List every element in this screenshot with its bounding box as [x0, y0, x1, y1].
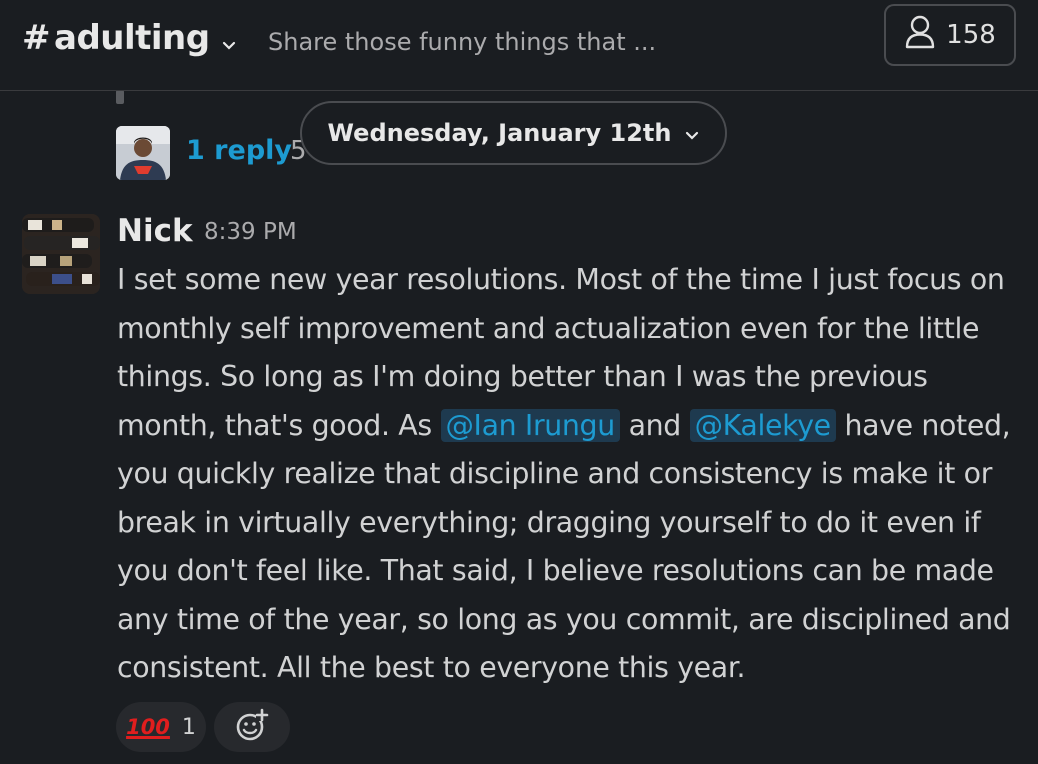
- user-mention[interactable]: @Ian Irungu: [440, 408, 620, 442]
- message-text-part: have noted, you quickly realize that dis…: [117, 408, 1011, 685]
- member-count: 158: [946, 20, 996, 50]
- avatar[interactable]: [22, 214, 100, 294]
- message-timestamp[interactable]: 8:39 PM: [204, 212, 297, 252]
- date-label: Wednesday, January 12th: [327, 119, 672, 147]
- chevron-down-icon: [222, 20, 236, 60]
- add-reaction-button[interactable]: [214, 702, 290, 752]
- channel-title: adulting: [54, 18, 210, 58]
- thread-reply-count[interactable]: 1 reply: [186, 132, 292, 170]
- channel-header: # adulting Share those funny things that…: [0, 0, 1038, 91]
- channel-topic[interactable]: Share those funny things that ...: [268, 22, 656, 62]
- quote-bar: [116, 90, 124, 104]
- date-divider-button[interactable]: Wednesday, January 12th: [300, 101, 727, 165]
- user-mention[interactable]: @Kalekye: [689, 408, 836, 442]
- avatar[interactable]: [116, 126, 170, 180]
- message-author[interactable]: Nick: [117, 208, 193, 254]
- add-emoji-icon: [234, 707, 270, 747]
- chevron-down-icon: [685, 119, 699, 147]
- hundred-points-icon: 100: [126, 715, 170, 739]
- reaction-count: 1: [181, 714, 196, 740]
- channel-name-button[interactable]: # adulting: [22, 16, 236, 60]
- message-text-part: and: [619, 408, 690, 442]
- channel-hash: #: [22, 18, 51, 58]
- message-text: I set some new year resolutions. Most of…: [117, 256, 1022, 693]
- reaction-100[interactable]: 100 1: [116, 702, 206, 752]
- members-button[interactable]: 158: [884, 4, 1016, 66]
- person-icon: [904, 15, 936, 56]
